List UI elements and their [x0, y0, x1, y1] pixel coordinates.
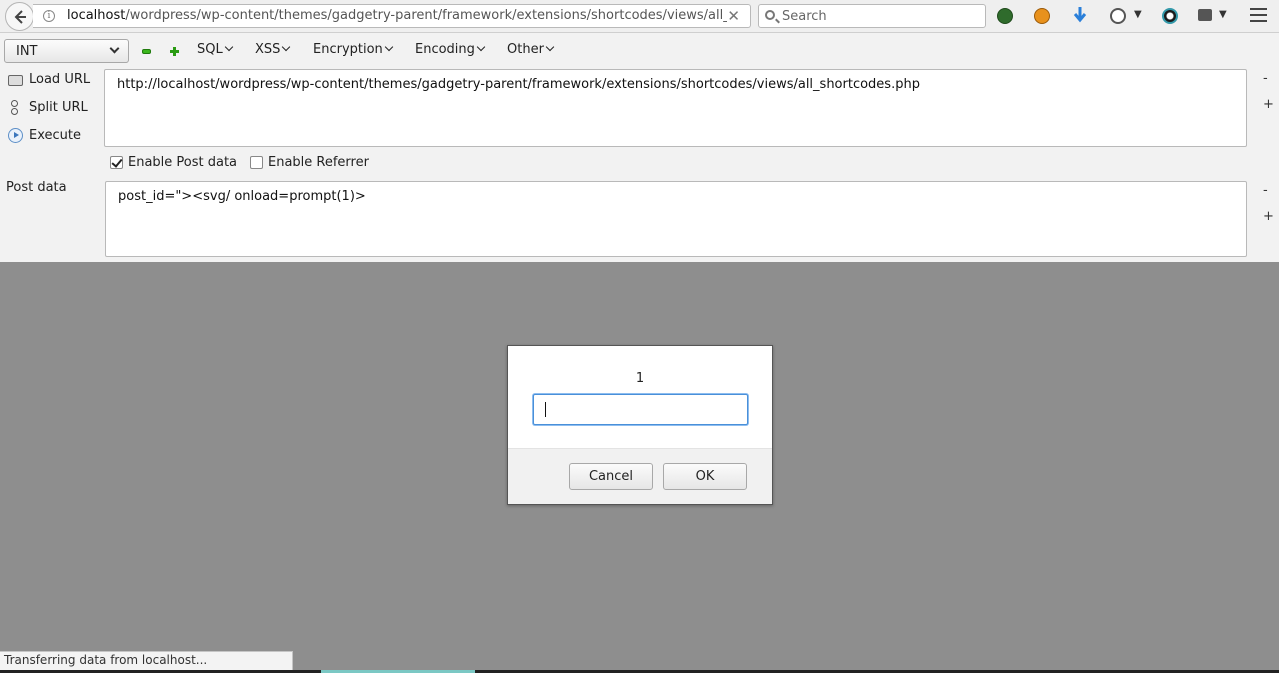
- hamburger-menu-icon[interactable]: [1250, 8, 1267, 23]
- encoding-select[interactable]: INT: [4, 39, 129, 63]
- clear-url-icon[interactable]: ✕: [727, 8, 740, 24]
- url-text[interactable]: localhost/wordpress/wp-content/themes/ga…: [67, 8, 727, 23]
- ok-button[interactable]: OK: [663, 463, 747, 490]
- post-data-textarea[interactable]: post_id="><svg/ onload=prompt(1)>: [105, 181, 1247, 257]
- shield-extension-icon[interactable]: [997, 8, 1013, 24]
- dialog-body: 1: [508, 346, 772, 448]
- load-url-button[interactable]: Load URL: [8, 72, 90, 87]
- decrease-button[interactable]: [142, 49, 151, 54]
- back-button[interactable]: [5, 2, 34, 31]
- cookie-extension-icon[interactable]: [1110, 8, 1126, 24]
- play-icon: [8, 128, 23, 143]
- expand-post-area-button[interactable]: +: [1263, 209, 1274, 224]
- back-arrow-icon: [14, 9, 26, 24]
- enable-post-data-checkbox[interactable]: Enable Post data: [110, 155, 237, 170]
- menu-encoding[interactable]: Encoding: [415, 42, 486, 57]
- download-icon[interactable]: [1073, 6, 1087, 24]
- navigation-toolbar: i localhost/wordpress/wp-content/themes/…: [0, 0, 1279, 33]
- chevron-down-icon[interactable]: ▼: [1219, 9, 1227, 20]
- chevron-down-icon[interactable]: ▼: [1134, 9, 1142, 20]
- dialog-message: 1: [635, 371, 645, 386]
- prompt-dialog: 1 Cancel OK: [507, 345, 773, 505]
- text-cursor: [545, 402, 546, 417]
- checkbox-unchecked[interactable]: [250, 156, 263, 169]
- url-textarea[interactable]: http://localhost/wordpress/wp-content/th…: [104, 69, 1247, 147]
- increase-button[interactable]: [169, 46, 180, 57]
- extension-icon[interactable]: [1198, 9, 1212, 21]
- post-data-label: Post data: [6, 180, 67, 195]
- fox-extension-icon[interactable]: [1034, 8, 1050, 24]
- load-url-icon: [8, 75, 23, 86]
- url-bar[interactable]: i localhost/wordpress/wp-content/themes/…: [33, 4, 751, 28]
- search-bar[interactable]: [758, 4, 986, 28]
- cancel-button[interactable]: Cancel: [569, 463, 653, 490]
- menu-sql[interactable]: SQL: [197, 42, 233, 57]
- search-input[interactable]: [782, 5, 977, 27]
- search-icon: [765, 10, 775, 20]
- chevron-down-icon: [109, 43, 120, 54]
- scissors-icon: [8, 100, 23, 115]
- hackbar-toolbar: INT SQL XSS Encryption Encoding Other: [0, 34, 1279, 68]
- status-bar: Transferring data from localhost...: [0, 651, 293, 670]
- info-icon[interactable]: i: [43, 10, 55, 22]
- dialog-footer: Cancel OK: [508, 448, 772, 504]
- expand-url-area-button[interactable]: +: [1263, 97, 1274, 112]
- split-url-button[interactable]: Split URL: [8, 100, 88, 115]
- shrink-post-area-button[interactable]: -: [1263, 183, 1268, 198]
- prompt-input[interactable]: [533, 394, 748, 425]
- shrink-url-area-button[interactable]: -: [1263, 71, 1268, 86]
- checkbox-checked[interactable]: [110, 156, 123, 169]
- menu-other[interactable]: Other: [507, 42, 555, 57]
- menu-xss[interactable]: XSS: [255, 42, 291, 57]
- execute-button[interactable]: Execute: [8, 128, 81, 143]
- ring-extension-icon[interactable]: [1162, 8, 1178, 24]
- encoding-select-value: INT: [16, 44, 38, 59]
- enable-referrer-checkbox[interactable]: Enable Referrer: [250, 155, 369, 170]
- menu-encryption[interactable]: Encryption: [313, 42, 394, 57]
